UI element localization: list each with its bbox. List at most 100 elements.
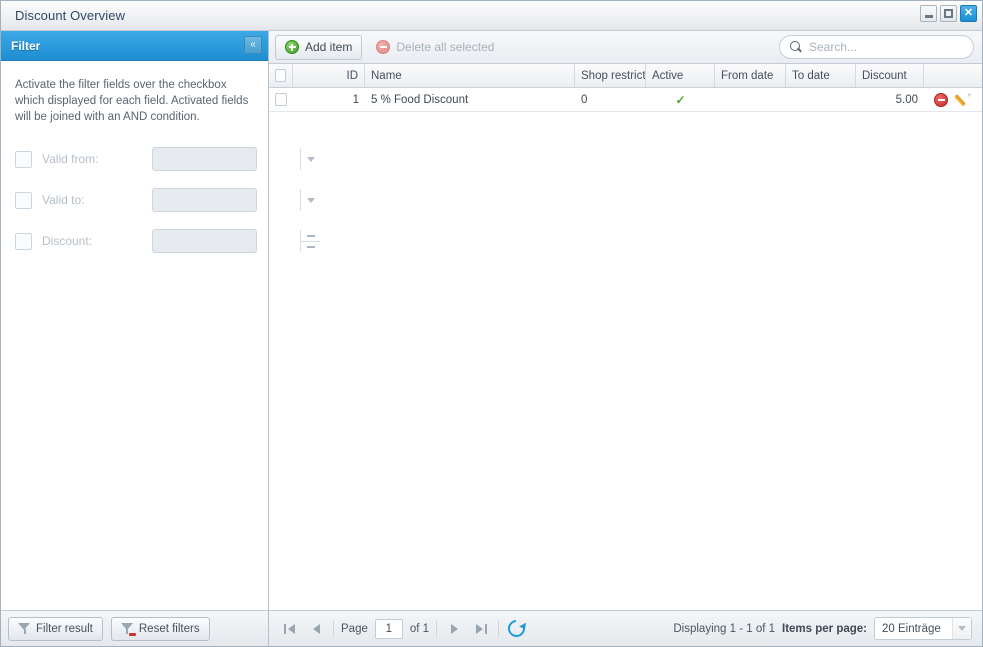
items-per-page-label: Items per page: xyxy=(782,622,867,635)
previous-page-button[interactable] xyxy=(306,619,326,639)
column-header-id[interactable]: ID xyxy=(293,64,365,87)
maximize-button[interactable] xyxy=(940,5,957,22)
funnel-minus-icon xyxy=(120,622,136,636)
select-all-checkbox[interactable] xyxy=(275,69,286,82)
valid-to-field[interactable] xyxy=(153,189,300,211)
first-page-arrow-icon xyxy=(287,623,295,634)
delete-all-selected-button[interactable]: Delete all selected xyxy=(366,35,504,60)
filter-panel: Filter « Activate the filter fields over… xyxy=(1,31,320,646)
column-header-to-date[interactable]: To date xyxy=(786,64,856,87)
grid-body: 1 5 % Food Discount 0 ✓ 5.00 xyxy=(269,88,982,610)
next-page-arrow-icon xyxy=(450,623,458,634)
chevron-down-icon xyxy=(958,626,966,631)
cell-name: 5 % Food Discount xyxy=(371,93,469,106)
last-page-bar-icon xyxy=(484,623,487,634)
search-box[interactable] xyxy=(779,35,974,59)
add-item-label: Add item xyxy=(305,40,353,54)
filter-checkbox-discount[interactable] xyxy=(15,232,32,250)
valid-from-calendar-trigger[interactable] xyxy=(300,148,320,170)
cell-shop-restrict: 0 xyxy=(581,93,588,106)
minus-circle-icon xyxy=(376,40,391,54)
minimize-icon xyxy=(924,15,933,18)
valid-to-calendar-trigger[interactable] xyxy=(300,189,320,211)
chevron-down-icon xyxy=(306,197,315,203)
next-page-button[interactable] xyxy=(444,619,464,639)
minimize-button[interactable] xyxy=(920,5,937,22)
filter-panel-footer: Filter result Reset filters xyxy=(1,610,268,646)
grid-toolbar: Add item Delete all selected xyxy=(269,31,982,64)
column-header-shop-restrict[interactable]: Shop restrict xyxy=(575,64,646,87)
refresh-icon xyxy=(504,616,529,641)
filter-input-valid-to[interactable] xyxy=(152,188,315,212)
window-titlebar: Discount Overview ✕ xyxy=(1,1,982,31)
grid-header-row: ID Name Shop restrict Active From date T… xyxy=(269,64,982,88)
row-select-checkbox-cell[interactable] xyxy=(269,88,293,111)
discount-spinner[interactable] xyxy=(300,230,320,252)
chevron-down-icon xyxy=(306,156,315,162)
page-title: Discount Overview xyxy=(15,8,126,23)
column-header-from-date[interactable]: From date xyxy=(715,64,786,87)
items-per-page-value: 20 Einträge xyxy=(882,622,941,635)
filter-panel-header: Filter « xyxy=(1,31,268,61)
column-header-actions xyxy=(924,64,982,87)
row-action-buttons xyxy=(930,92,971,107)
reset-filters-button[interactable]: Reset filters xyxy=(110,616,210,641)
grid-footer: Page of 1 Displaying 1 - 1 of 1 Items pe… xyxy=(269,610,982,646)
filter-label-discount: Discount: xyxy=(42,234,93,248)
discount-field[interactable] xyxy=(153,230,300,252)
spinner-up-button[interactable] xyxy=(301,230,320,241)
paging-divider xyxy=(436,620,438,637)
check-icon: ✓ xyxy=(675,92,686,107)
first-page-bar-icon xyxy=(283,623,286,634)
previous-page-arrow-icon xyxy=(312,623,320,634)
search-input[interactable] xyxy=(809,40,973,54)
filter-panel-body: Activate the filter fields over the chec… xyxy=(1,61,320,610)
add-item-button[interactable]: Add item xyxy=(275,34,363,60)
paging-divider xyxy=(498,620,500,637)
filter-field-valid-from: Valid from: xyxy=(15,147,315,171)
filter-input-discount[interactable] xyxy=(152,229,320,253)
spinner-down-button[interactable] xyxy=(301,241,320,252)
delete-row-icon[interactable] xyxy=(934,92,948,107)
column-header-select-all[interactable] xyxy=(269,64,293,87)
last-page-arrow-icon xyxy=(475,623,483,634)
page-count-label: of 1 xyxy=(409,622,430,635)
filter-panel-title: Filter xyxy=(11,38,41,53)
page-number-input[interactable] xyxy=(374,618,403,639)
filter-result-button[interactable]: Filter result xyxy=(8,616,103,641)
cell-discount: 5.00 xyxy=(895,93,918,106)
search-icon xyxy=(790,41,802,53)
filter-input-valid-from[interactable] xyxy=(152,147,315,171)
close-button[interactable]: ✕ xyxy=(960,5,977,22)
items-per-page-trigger[interactable] xyxy=(952,618,971,639)
refresh-button[interactable] xyxy=(504,616,529,641)
plus-circle-icon xyxy=(285,40,299,54)
filter-result-label: Filter result xyxy=(36,622,93,635)
filter-checkbox-valid-from[interactable] xyxy=(15,150,32,168)
funnel-icon xyxy=(18,622,31,635)
first-page-button[interactable] xyxy=(279,619,299,639)
spinner-down-icon xyxy=(306,246,315,248)
cell-active: ✓ xyxy=(646,88,715,111)
filter-field-valid-to: Valid to: xyxy=(15,188,315,212)
column-header-name[interactable]: Name xyxy=(365,64,575,87)
valid-from-field[interactable] xyxy=(153,148,300,170)
cell-actions xyxy=(924,88,982,111)
filter-field-discount: Discount: xyxy=(15,229,320,253)
edit-row-icon[interactable] xyxy=(957,93,971,107)
reset-filters-label: Reset filters xyxy=(138,622,200,635)
table-row[interactable]: 1 5 % Food Discount 0 ✓ 5.00 xyxy=(269,88,982,112)
filter-description: Activate the filter fields over the chec… xyxy=(15,79,249,123)
row-select-checkbox[interactable] xyxy=(275,93,287,106)
discount-grid: ID Name Shop restrict Active From date T… xyxy=(269,64,982,610)
filter-checkbox-valid-to[interactable] xyxy=(15,191,32,209)
column-header-discount[interactable]: Discount xyxy=(856,64,924,87)
column-header-active[interactable]: Active xyxy=(646,64,715,87)
main-content: Add item Delete all selected ID N xyxy=(269,31,982,646)
last-page-button[interactable] xyxy=(471,619,491,639)
collapse-panel-button[interactable]: « xyxy=(244,36,262,54)
items-per-page-select[interactable]: 20 Einträge xyxy=(874,617,972,640)
filter-label-valid-to: Valid to: xyxy=(42,193,85,207)
maximize-icon xyxy=(944,9,953,18)
cell-to-date xyxy=(786,88,856,111)
